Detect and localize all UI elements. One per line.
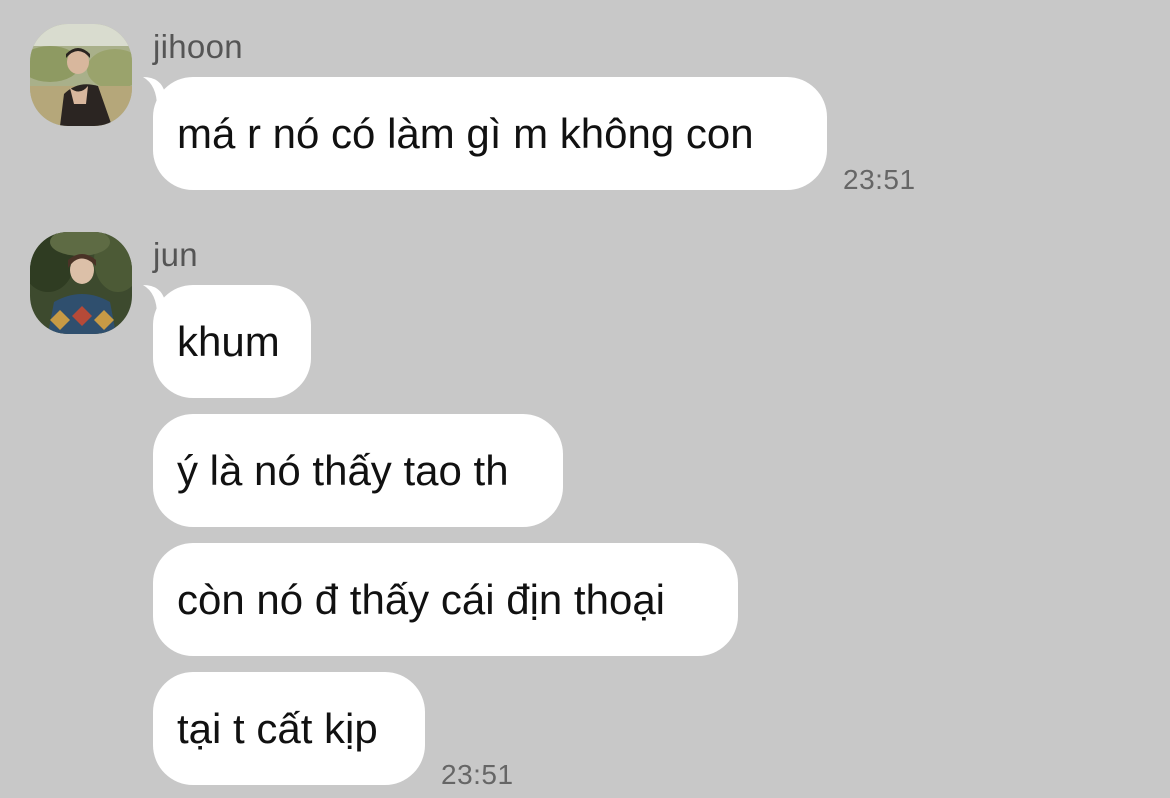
sender-name: jihoon xyxy=(153,28,243,65)
message-bubble[interactable]: má r nó có làm gì m không con xyxy=(143,77,827,190)
message-text: khum xyxy=(177,317,280,365)
message-text: ý là nó thấy tao th xyxy=(177,446,509,494)
sender-name: jun xyxy=(153,236,198,273)
message-timestamp: 23:51 xyxy=(441,759,514,790)
message-text: má r nó có làm gì m không con xyxy=(177,109,754,157)
user-avatar-icon xyxy=(30,24,132,126)
message-bubble[interactable]: tại t cất kịp xyxy=(153,672,425,785)
sender-avatar[interactable] xyxy=(30,232,132,334)
message-bubble[interactable]: còn nó đ thấy cái địn thoại xyxy=(153,543,738,656)
message-bubble[interactable]: ý là nó thấy tao th xyxy=(153,414,563,527)
message-bubble[interactable]: khum xyxy=(143,285,311,398)
sender-avatar[interactable] xyxy=(30,24,132,126)
message-timestamp: 23:51 xyxy=(843,164,916,195)
user-avatar-icon xyxy=(30,232,132,334)
message-text: còn nó đ thấy cái địn thoại xyxy=(177,575,666,623)
bubble-tail xyxy=(143,77,177,107)
message-text: tại t cất kịp xyxy=(177,704,378,752)
bubble-tail xyxy=(143,285,177,315)
